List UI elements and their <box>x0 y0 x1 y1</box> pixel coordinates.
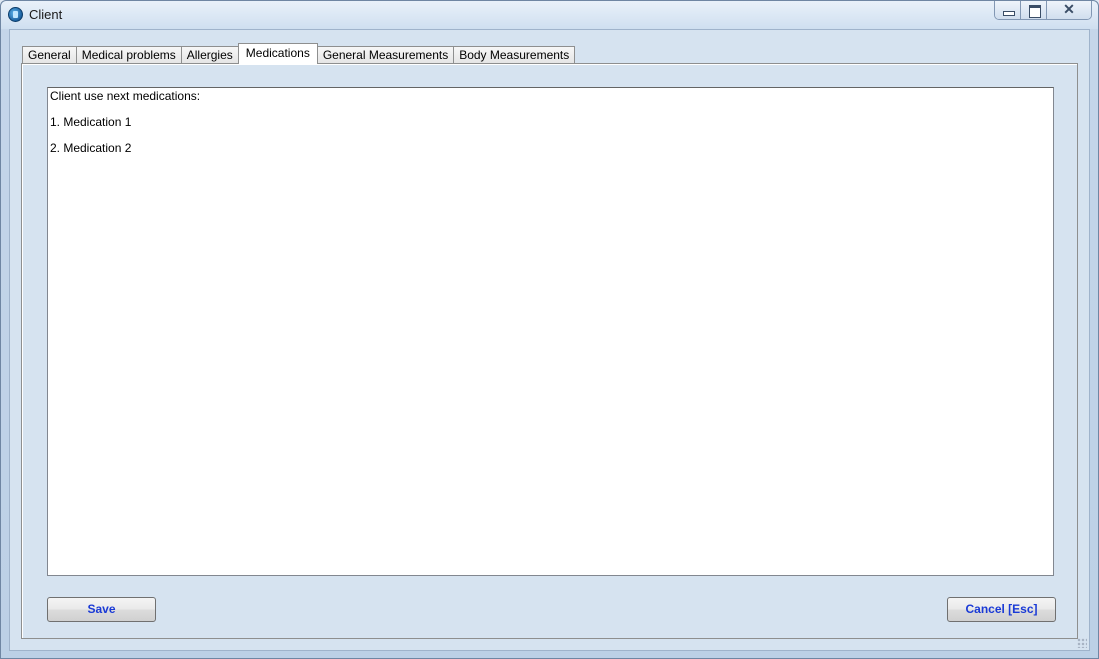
tab-general[interactable]: General <box>22 46 77 64</box>
window-title: Client <box>29 7 63 22</box>
client-window: Client ✕ General Medical problems Allerg… <box>0 0 1099 659</box>
window-controls: ✕ <box>994 1 1092 20</box>
resize-grip-icon[interactable] <box>1077 638 1087 648</box>
minimize-icon[interactable] <box>995 1 1021 19</box>
tab-body-measurements[interactable]: Body Measurements <box>453 46 576 64</box>
cancel-button[interactable]: Cancel [Esc] <box>947 597 1056 622</box>
title-bar[interactable]: Client ✕ <box>1 1 1098 29</box>
tab-medical-problems[interactable]: Medical problems <box>75 46 182 64</box>
tab-allergies[interactable]: Allergies <box>180 46 239 64</box>
maximize-icon[interactable] <box>1021 1 1047 19</box>
medications-textarea[interactable]: Client use next medications: 1. Medicati… <box>47 87 1054 576</box>
close-button[interactable]: ✕ <box>1047 1 1091 19</box>
save-button[interactable]: Save <box>47 597 156 622</box>
client-area: General Medical problems Allergies Medic… <box>9 29 1090 651</box>
medications-panel: Client use next medications: 1. Medicati… <box>21 63 1078 639</box>
tab-strip: General Medical problems Allergies Medic… <box>22 43 576 64</box>
tab-general-measurements[interactable]: General Measurements <box>316 46 455 64</box>
close-icon: ✕ <box>1063 1 1075 17</box>
tab-medications[interactable]: Medications <box>237 43 318 64</box>
app-icon <box>8 7 23 22</box>
